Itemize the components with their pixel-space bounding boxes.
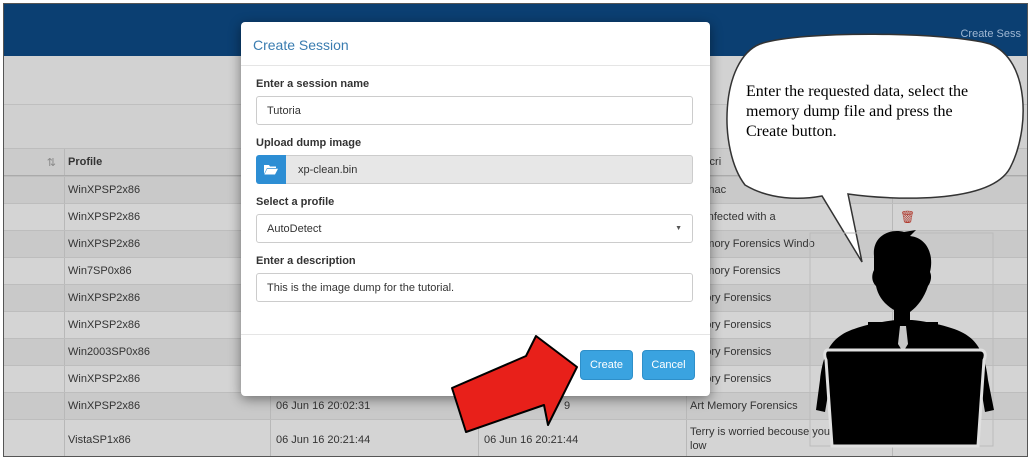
upload-file-name: xp-clean.bin <box>286 155 693 184</box>
column-header-profile[interactable]: Profile <box>68 149 268 175</box>
upload-dump-control[interactable]: xp-clean.bin <box>256 155 693 184</box>
modal-header: Create Session <box>241 22 710 66</box>
row-description: emory Forensics <box>690 346 772 358</box>
row-description: Memory Forensics Windo <box>690 238 815 250</box>
description-label: Enter a description <box>256 255 356 267</box>
row-description: Terry is worried becouse you P low <box>690 420 890 456</box>
row-description: emory Forensics <box>690 319 772 331</box>
folder-open-icon[interactable] <box>256 155 286 184</box>
row-description: ory hac <box>690 184 727 196</box>
row-updated: 9 <box>564 400 571 412</box>
column-header-description[interactable]: Descri <box>690 149 890 175</box>
profile-selected-value: AutoDetect <box>267 222 322 235</box>
row-description: emory Forensics <box>690 292 772 304</box>
create-session-modal: Create Session Enter a session name Tuto… <box>241 22 710 396</box>
row-description: Art Memory Forensics <box>690 400 798 412</box>
upload-dump-label: Upload dump image <box>256 137 362 149</box>
row-created: 06 Jun 16 20:02:31 <box>276 400 371 412</box>
row-profile: WinXPSP2x86 <box>68 400 141 412</box>
row-profile: WinXPSP2x86 <box>68 319 141 331</box>
row-description: op infected with a <box>690 211 776 223</box>
bubble-text: Enter the requested data, select the mem… <box>746 83 969 140</box>
table-row[interactable]: VistaSP1x86 06 Jun 16 20:21:44 06 Jun 16… <box>4 419 1027 456</box>
profile-label: Select a profile <box>256 196 335 208</box>
description-input[interactable]: This is the image dump for the tutorial. <box>256 273 693 302</box>
row-description: Memory Forensics <box>690 265 781 277</box>
session-name-label: Enter a session name <box>256 78 370 90</box>
row-profile: VistaSP1x86 <box>68 433 131 446</box>
create-button[interactable]: Create <box>580 350 633 380</box>
sort-icon[interactable]: ⇅ <box>4 149 64 175</box>
row-profile: WinXPSP2x86 <box>68 238 141 250</box>
row-updated: 06 Jun 16 20:21:44 <box>484 433 579 446</box>
row-created: 06 Jun 16 20:21:44 <box>276 433 371 446</box>
row-profile: Win7SP0x86 <box>68 265 132 277</box>
modal-title: Create Session <box>253 37 349 53</box>
row-description-line: Terry is worried becouse you P <box>690 426 841 438</box>
trash-icon[interactable]: 🗑 <box>900 204 915 230</box>
profile-select[interactable]: AutoDetect ▼ <box>256 214 693 243</box>
row-profile: Win2003SP0x86 <box>68 346 150 358</box>
modal-body: Enter a session name Tutoria Upload dump… <box>241 66 710 302</box>
session-name-input[interactable]: Tutoria <box>256 96 693 125</box>
cancel-button[interactable]: Cancel <box>642 350 695 380</box>
row-profile: WinXPSP2x86 <box>68 373 141 385</box>
create-session-link[interactable]: Create Sess <box>960 28 1021 40</box>
table-row[interactable]: WinXPSP2x86 06 Jun 16 20:02:31 9 Art Mem… <box>4 392 1027 419</box>
row-description: emory Forensics <box>690 373 772 385</box>
modal-footer: Create Cancel <box>241 334 710 396</box>
chevron-down-icon: ▼ <box>675 225 682 232</box>
row-profile: WinXPSP2x86 <box>68 211 141 223</box>
row-description-line: low <box>690 440 707 452</box>
row-profile: WinXPSP2x86 <box>68 184 141 196</box>
row-profile: WinXPSP2x86 <box>68 292 141 304</box>
